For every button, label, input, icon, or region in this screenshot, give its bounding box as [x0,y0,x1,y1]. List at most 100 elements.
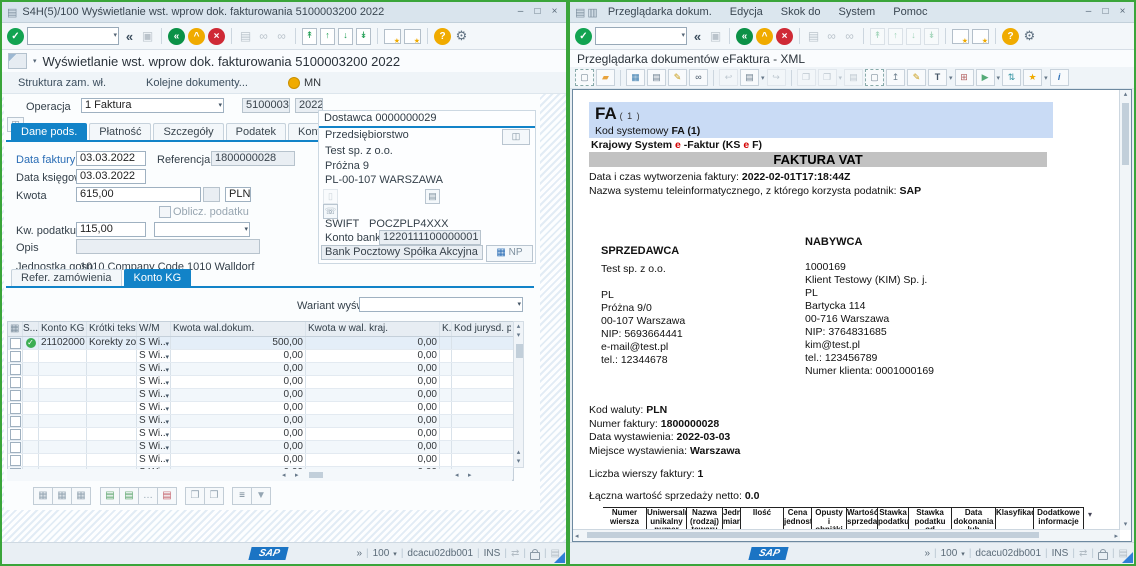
debit-credit-select[interactable]: S Wi.. [137,402,171,414]
short-text-cell[interactable] [87,415,137,427]
append-row-button[interactable] [119,487,139,505]
scroll-down-icon[interactable] [514,331,523,340]
jurisdiction-cell[interactable] [452,441,511,453]
amount-local-cell[interactable]: 0,00 [306,428,440,440]
col-k[interactable]: K.. [440,322,452,336]
amount-doc-cell[interactable]: 0,00 [171,428,306,440]
gl-table-row[interactable]: S Wi.. 0,00 0,00 [8,350,513,363]
doc-vscroll-thumb[interactable] [1122,103,1129,165]
tab-konto-kg[interactable]: Konto KG [124,269,192,287]
tax-cell[interactable] [440,363,452,375]
tax-code-select[interactable] [154,222,250,237]
gl-table-row[interactable]: S Wi.. 0,00 0,00 [8,415,513,428]
sort-icon[interactable] [1002,69,1021,86]
doc-scroll-right-icon[interactable] [1114,532,1118,541]
customize-icon[interactable] [454,28,469,44]
text-dropdown-icon[interactable] [949,74,953,82]
menu-skok-do[interactable]: Skok do [773,5,829,19]
delete-row-button[interactable] [157,487,177,505]
last-page-icon[interactable] [924,28,939,45]
debit-credit-select[interactable]: S Wi.. [137,337,171,349]
calculate-tax-checkbox[interactable] [159,206,171,218]
exit-icon[interactable] [208,28,225,45]
gl-account-cell[interactable] [39,454,87,466]
tab-dane-pods[interactable]: Dane pods. [11,123,87,141]
tax-cell[interactable] [440,454,452,466]
debit-credit-select[interactable]: S Wi.. [137,363,171,375]
row-select-checkbox[interactable] [10,416,21,427]
filter-button[interactable] [251,487,271,505]
short-text-cell[interactable] [87,389,137,401]
tax-cell[interactable] [440,337,452,349]
amount-field[interactable]: 615,00 [76,187,201,202]
back-icon[interactable]: « [736,28,753,45]
currency-field[interactable]: PLN [225,187,251,202]
paste-row-button[interactable] [204,487,224,505]
text-field[interactable] [76,239,260,254]
table-layout-icon[interactable] [8,322,23,336]
scroll-down2-icon[interactable] [514,457,523,466]
choose-detail-button[interactable] [33,487,53,505]
hscroll2-left-icon[interactable] [455,471,459,480]
edit-document-icon[interactable] [740,69,759,86]
insert-row-button[interactable] [100,487,120,505]
amount-doc-cell[interactable]: 0,00 [171,363,306,375]
back-icon[interactable]: « [168,28,185,45]
paste-icon[interactable] [844,69,863,86]
amount-doc-cell[interactable]: 0,00 [171,389,306,401]
debit-credit-select[interactable]: S Wi.. [137,415,171,427]
col-short-text[interactable]: Krótki tekst [87,322,137,336]
menu-system[interactable]: System [831,5,884,19]
page-up-icon[interactable] [756,28,773,45]
short-text-cell[interactable]: Korekty zob.. [87,337,137,349]
new-document-icon[interactable] [575,69,594,86]
amount-doc-cell[interactable]: 0,00 [171,441,306,453]
col-amount-doc[interactable]: Kwota wal.dokum. [171,322,306,336]
amount-doc-cell[interactable]: 0,00 [171,350,306,362]
gl-account-cell[interactable] [39,363,87,375]
vendor-phone-icon[interactable] [323,204,338,219]
doc-scroll-up-icon[interactable] [1120,90,1131,99]
zoom-dropdown-icon[interactable] [961,550,965,558]
row-select-checkbox[interactable] [10,390,21,401]
select-region-icon[interactable] [865,69,884,86]
hscroll2-right-icon[interactable] [468,471,472,480]
tax-cell[interactable] [440,428,452,440]
sort-ascending-button[interactable]: ≡ [232,487,252,505]
run-dropdown-icon[interactable] [997,74,1001,82]
debit-credit-select[interactable]: S Wi.. [137,389,171,401]
col-konto-kg[interactable]: Konto KG [39,322,87,336]
vendor-address-button[interactable]: ◫ [502,129,530,145]
follow-on-docs-button[interactable]: Kolejne dokumenty... [138,76,256,90]
find-icon[interactable] [256,29,271,43]
np-button[interactable]: NP [486,245,533,262]
amount-doc-cell[interactable]: 0,00 [171,454,306,466]
run-icon[interactable] [976,69,995,86]
gl-account-cell[interactable] [39,389,87,401]
text-format-icon[interactable] [928,69,947,86]
tab-platnosc[interactable]: Płatność [89,123,151,141]
find-next-icon[interactable] [842,29,857,43]
jurisdiction-cell[interactable] [452,376,511,388]
col-jurisdiction[interactable]: Kod jurysd. poda... [452,322,511,336]
amount-local-cell[interactable]: 0,00 [306,402,440,414]
shortcut-icon[interactable] [404,29,421,44]
tab-podatek[interactable]: Podatek [226,123,286,141]
change-row-button[interactable] [71,487,91,505]
bank-account-field[interactable]: 1220111100000001 [379,230,481,245]
gl-account-cell[interactable]: 21102000 [39,337,87,349]
reference-field[interactable]: 1800000028 [211,151,295,166]
more-rows-button[interactable] [138,487,158,505]
minimize-icon[interactable]: – [514,5,527,19]
display-row-button[interactable] [52,487,72,505]
amount-doc-cell[interactable]: 0,00 [171,415,306,427]
tax-cell[interactable] [440,415,452,427]
menu-edycja[interactable]: Edycja [722,5,771,19]
command-dropdown-icon[interactable] [681,31,685,39]
copy-row-button[interactable] [185,487,205,505]
document-properties-icon[interactable] [647,69,666,86]
doc-vscrollbar[interactable] [1119,90,1131,530]
invoice-date-label[interactable]: Data faktury [16,153,75,167]
row-select-checkbox[interactable] [10,455,21,466]
currency-mode-label[interactable]: MN [304,77,321,89]
